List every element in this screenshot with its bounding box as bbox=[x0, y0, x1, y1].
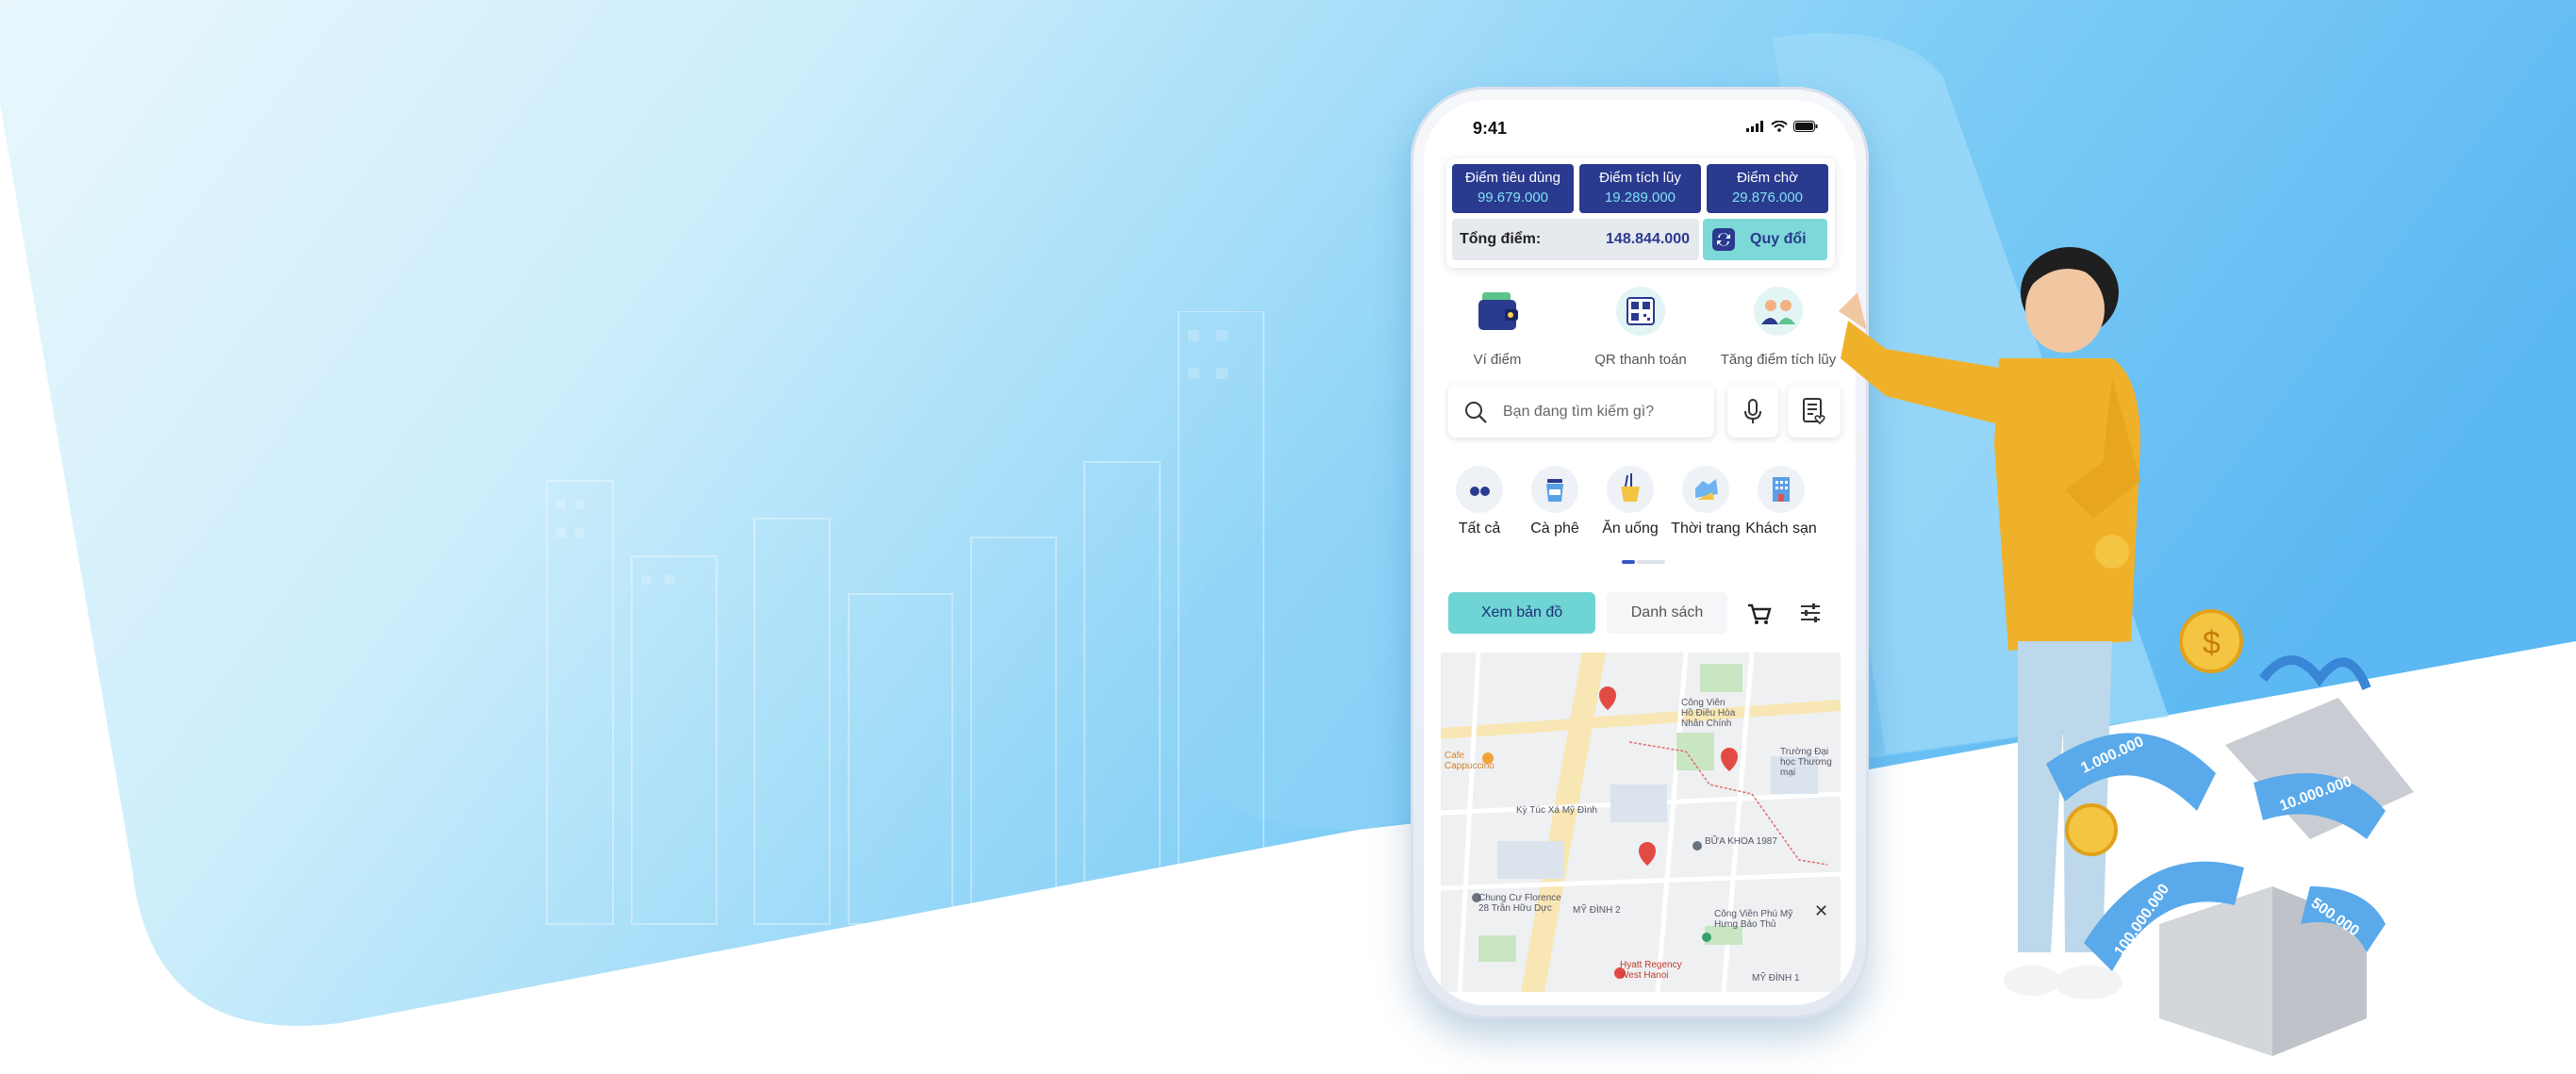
category-label: Tất cả bbox=[1458, 520, 1501, 537]
map-label: Cafe Cappuccino bbox=[1445, 751, 1494, 771]
city-buildings-illustration bbox=[546, 311, 1264, 925]
quick-action-label: Tăng điểm tích lũy bbox=[1720, 352, 1837, 368]
all-icon bbox=[1456, 466, 1503, 513]
category-food[interactable]: Ăn uống bbox=[1592, 466, 1669, 537]
quick-action-label: Ví điểm bbox=[1473, 352, 1522, 368]
hotel-icon bbox=[1758, 466, 1805, 513]
map-view[interactable]: Công Viên Hồ Điều Hòa Nhân Chính Trường … bbox=[1441, 653, 1841, 992]
quick-action-label: QR thanh toán bbox=[1594, 352, 1687, 368]
pending-points-box[interactable]: Điểm chờ 29.876.000 bbox=[1707, 164, 1828, 213]
total-points-value: 148.844.000 bbox=[1606, 231, 1690, 247]
wifi-icon bbox=[1771, 121, 1788, 132]
fashion-icon bbox=[1682, 466, 1729, 513]
search-bar bbox=[1448, 385, 1714, 438]
sliders-icon bbox=[1801, 603, 1820, 622]
signal-icon bbox=[1746, 121, 1763, 132]
status-bar: 9:41 bbox=[1424, 100, 1856, 147]
phone-mockup: 9:41 Điểm tiêu dùng 99.679.000 Điểm tích… bbox=[1411, 87, 1869, 1018]
category-label: Thời trang bbox=[1671, 520, 1741, 537]
search-icon bbox=[1465, 402, 1487, 423]
map-label: Chung Cư Florence 28 Trần Hữu Dực bbox=[1478, 893, 1561, 914]
people-icon bbox=[1754, 287, 1803, 336]
qr-code-icon bbox=[1616, 287, 1665, 336]
spending-points-box[interactable]: Điểm tiêu dùng 99.679.000 bbox=[1452, 164, 1574, 213]
category-all[interactable]: Tất cả bbox=[1441, 466, 1518, 537]
category-label: Cà phê bbox=[1530, 520, 1579, 537]
search-input[interactable] bbox=[1501, 396, 1703, 428]
accumulated-points-label: Điểm tích lũy bbox=[1599, 170, 1681, 186]
pending-points-label: Điểm chờ bbox=[1737, 170, 1798, 186]
tab-map-view[interactable]: Xem bản đồ bbox=[1448, 592, 1595, 634]
map-roads bbox=[1441, 653, 1841, 992]
microphone-icon bbox=[1744, 399, 1761, 423]
tab-map-label: Xem bản đồ bbox=[1480, 604, 1563, 620]
svg-text:$: $ bbox=[2203, 625, 2221, 661]
accumulated-points-box[interactable]: Điểm tích lũy 19.289.000 bbox=[1579, 164, 1701, 213]
category-coffee[interactable]: Cà phê bbox=[1516, 466, 1593, 537]
total-points-row: Tổng điểm: 148.844.000 bbox=[1452, 219, 1699, 260]
voice-search-button[interactable] bbox=[1727, 385, 1778, 438]
category-label: Ăn uống bbox=[1602, 520, 1659, 537]
quick-action-boost-points[interactable]: Tăng điểm tích lũy bbox=[1712, 285, 1844, 368]
spending-points-value: 99.679.000 bbox=[1477, 190, 1549, 206]
tab-list-view[interactable]: Danh sách bbox=[1607, 592, 1727, 634]
quick-action-qr[interactable]: QR thanh toán bbox=[1575, 285, 1707, 368]
close-icon[interactable]: ✕ bbox=[1814, 901, 1828, 921]
gift-box-illustration: $ 1.000.000 10.000.000 100.000.000 500.0… bbox=[2046, 609, 2414, 1056]
map-label: Công Viên Hồ Điều Hòa Nhân Chính bbox=[1681, 698, 1736, 729]
wallet-icon bbox=[1478, 292, 1518, 330]
total-points-label: Tổng điểm: bbox=[1460, 231, 1542, 247]
pagination-indicator bbox=[1622, 560, 1665, 564]
map-label: Hyatt Regency West Hanoi bbox=[1620, 960, 1682, 981]
map-label: Kỳ Túc Xá Mỹ Đình bbox=[1516, 805, 1597, 816]
battery-icon bbox=[1793, 121, 1818, 132]
cart-icon bbox=[1748, 603, 1772, 624]
category-fashion[interactable]: Thời trang bbox=[1667, 466, 1744, 537]
status-icons bbox=[1746, 121, 1818, 132]
points-card: Điểm tiêu dùng 99.679.000 Điểm tích lũy … bbox=[1446, 158, 1835, 268]
convert-button[interactable]: Quy đổi bbox=[1703, 219, 1827, 260]
status-time: 9:41 bbox=[1473, 119, 1508, 138]
map-label: Trường Đại học Thương mại bbox=[1780, 747, 1832, 778]
convert-label: Quy đổi bbox=[1750, 231, 1807, 247]
map-label: MỸ ĐÌNH 2 bbox=[1573, 905, 1621, 916]
map-label: Công Viên Phú Mỹ Hưng Bảo Thủ bbox=[1714, 909, 1793, 930]
category-hotel[interactable]: Khách sạn bbox=[1742, 466, 1820, 537]
tab-list-label: Danh sách bbox=[1630, 604, 1704, 620]
map-label: MỸ ĐÌNH 1 bbox=[1752, 973, 1800, 983]
exchange-icon bbox=[1712, 228, 1735, 251]
phone-screen: 9:41 Điểm tiêu dùng 99.679.000 Điểm tích… bbox=[1424, 100, 1856, 1005]
map-label: BỮA KHOA 1987 bbox=[1705, 836, 1777, 847]
food-icon bbox=[1607, 466, 1654, 513]
quick-action-wallet[interactable]: Ví điểm bbox=[1431, 285, 1563, 368]
category-label: Khách sạn bbox=[1745, 520, 1817, 537]
spending-points-label: Điểm tiêu dùng bbox=[1465, 170, 1560, 186]
coffee-icon bbox=[1531, 466, 1578, 513]
filter-button[interactable] bbox=[1790, 592, 1831, 634]
pending-points-value: 29.876.000 bbox=[1731, 190, 1804, 206]
accumulated-points-value: 19.289.000 bbox=[1604, 190, 1676, 206]
cart-button[interactable] bbox=[1739, 592, 1780, 634]
